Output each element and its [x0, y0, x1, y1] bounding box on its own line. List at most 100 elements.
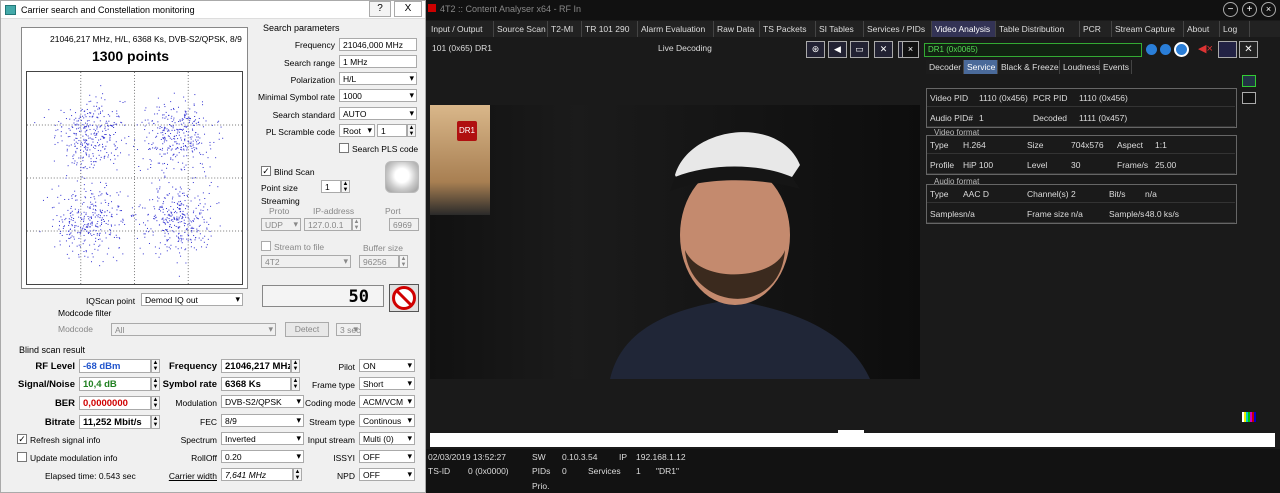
globe-icon[interactable]	[1146, 44, 1157, 55]
search-standard-select[interactable]: AUTO	[339, 107, 417, 120]
ber-spinner[interactable]: ▲ ▼	[151, 396, 160, 410]
pl-scramble-mode-select[interactable]: Root	[339, 124, 375, 137]
channel-field[interactable]: DR1 (0x0065)	[924, 43, 1142, 57]
refresh-signal-checkbox[interactable]: ✓	[17, 434, 27, 444]
iq-point-select[interactable]: Demod IQ out	[141, 293, 243, 306]
constellation-point	[79, 233, 81, 235]
constellation-point	[182, 128, 184, 130]
coding-mode-select[interactable]: ACM/VCM	[359, 395, 415, 408]
screen-icon[interactable]	[1218, 41, 1237, 58]
symbol-rate-spinner[interactable]: ▲ ▼	[291, 377, 300, 391]
pl-scramble-spinner[interactable]: ▲ ▼	[407, 124, 416, 137]
side-panel-icon[interactable]	[1242, 92, 1256, 104]
spectrum-select[interactable]: Inverted	[221, 432, 304, 445]
tab-video-analysis[interactable]: Video Analysis	[932, 21, 996, 37]
tab-t2-mi[interactable]: T2-MI	[548, 21, 582, 37]
frame-type-select[interactable]: Short	[359, 377, 415, 390]
constellation-point	[158, 109, 160, 111]
modulation-select[interactable]: DVB-S2/QPSK	[221, 395, 304, 408]
constellation-point	[190, 143, 192, 145]
constellation-point	[205, 246, 207, 248]
constellation-point	[136, 124, 138, 126]
detect-button[interactable]: Detect	[285, 322, 329, 337]
tools-icon[interactable]: ✕	[874, 41, 893, 58]
scan-robot-icon[interactable]	[385, 161, 419, 193]
record-icon[interactable]: ⊛	[806, 41, 825, 58]
subtab-events[interactable]: Events	[1100, 60, 1132, 74]
npd-select[interactable]: OFF	[359, 468, 415, 481]
tab-ts-packets[interactable]: TS Packets	[760, 21, 816, 37]
tab-log[interactable]: Log	[1220, 21, 1250, 37]
polarization-select[interactable]: H/L	[339, 72, 417, 85]
constellation-point	[151, 182, 153, 184]
fec-select[interactable]: 8/9	[221, 414, 304, 427]
tab-pcr[interactable]: PCR	[1080, 21, 1112, 37]
search-pls-checkbox[interactable]	[339, 143, 349, 153]
snr-spinner[interactable]: ▲ ▼	[151, 377, 160, 391]
tab-si-tables[interactable]: SI Tables	[816, 21, 864, 37]
constellation-point	[179, 215, 181, 217]
tab-input-output[interactable]: Input / Output	[428, 21, 494, 37]
file-select[interactable]: 4T2	[261, 255, 351, 268]
close-button[interactable]: X	[394, 1, 422, 17]
issyi-select[interactable]: OFF	[359, 450, 415, 463]
close-video-button[interactable]: ×	[902, 41, 919, 58]
search-range-input[interactable]: 1 MHz	[339, 55, 417, 68]
tab-stream-capture[interactable]: Stream Capture	[1112, 21, 1184, 37]
subtab-decoder[interactable]: Decoder	[926, 60, 964, 74]
stream-to-file-checkbox[interactable]	[261, 241, 271, 251]
detect-time-select[interactable]: 3 sec	[336, 323, 361, 336]
stop-button[interactable]	[389, 284, 419, 312]
minimize-icon[interactable]: −	[1223, 2, 1238, 17]
frequency-input[interactable]: 21046,000 MHz	[339, 38, 417, 51]
point-size-input[interactable]: 1	[321, 180, 341, 193]
constellation-point	[190, 141, 192, 143]
rf-level-spinner[interactable]: ▲ ▼	[151, 359, 160, 373]
tab-tr-101-290[interactable]: TR 101 290	[582, 21, 638, 37]
port-input[interactable]: 6969	[389, 218, 419, 231]
bitrate-spinner[interactable]: ▲ ▼	[151, 415, 160, 429]
buffer-spinner[interactable]: ▲ ▼	[399, 255, 408, 268]
tab-services-pids[interactable]: Services / PIDs	[864, 21, 932, 37]
subtab-loudness[interactable]: Loudness	[1060, 60, 1100, 74]
maximize-icon[interactable]: +	[1242, 2, 1257, 17]
settings-icon[interactable]: ✕	[1239, 41, 1258, 58]
blind-scan-checkbox[interactable]: ✓	[261, 166, 271, 176]
ip-address-input[interactable]: 127.0.0.1	[304, 218, 352, 231]
tab-about[interactable]: About	[1184, 21, 1220, 37]
subtab-black-freeze[interactable]: Black & Freeze	[998, 60, 1060, 74]
tab-source-scan[interactable]: Source Scan	[494, 21, 548, 37]
play-icon[interactable]	[1174, 42, 1189, 57]
tab-raw-data[interactable]: Raw Data	[714, 21, 760, 37]
result-frequency-spinner[interactable]: ▲ ▼	[291, 359, 300, 373]
pl-scramble-input[interactable]: 1	[377, 124, 407, 137]
modcode-select[interactable]: All	[111, 323, 276, 336]
side-toggle-icon[interactable]	[1242, 75, 1256, 87]
help-button[interactable]: ?	[369, 1, 391, 17]
ip-spinner[interactable]: ▲ ▼	[352, 218, 361, 231]
progress-handle[interactable]	[838, 430, 864, 433]
point-size-spinner[interactable]: ▲ ▼	[341, 180, 350, 193]
progress-bar[interactable]	[430, 433, 1275, 447]
update-modulation-checkbox[interactable]	[17, 452, 27, 462]
constellation-point	[85, 190, 87, 192]
pilot-select[interactable]: ON	[359, 359, 415, 372]
constellation-point	[168, 218, 170, 220]
monitor-icon[interactable]: ▭	[850, 41, 869, 58]
audio-icon[interactable]: ◀	[828, 41, 847, 58]
min-symbol-rate-select[interactable]: 1000	[339, 89, 417, 102]
tab-table-distribution[interactable]: Table Distribution	[996, 21, 1080, 37]
carrier-width-spinner[interactable]: ▲ ▼	[293, 468, 302, 481]
constellation-point	[175, 141, 177, 143]
close-icon[interactable]: ×	[1261, 2, 1276, 17]
tab-alarm-evaluation[interactable]: Alarm Evaluation	[638, 21, 714, 37]
constellation-point	[159, 188, 161, 190]
subtab-service[interactable]: Service	[964, 60, 998, 74]
proto-select[interactable]: UDP	[261, 218, 301, 231]
stream-type-select[interactable]: Continous	[359, 414, 415, 427]
input-stream-select[interactable]: Multi (0)	[359, 432, 415, 445]
globe2-icon[interactable]	[1160, 44, 1171, 55]
mute-icon[interactable]: ◀×	[1198, 42, 1214, 58]
rolloff-select[interactable]: 0.20	[221, 450, 304, 463]
buffer-size-input[interactable]: 96256	[359, 255, 399, 268]
